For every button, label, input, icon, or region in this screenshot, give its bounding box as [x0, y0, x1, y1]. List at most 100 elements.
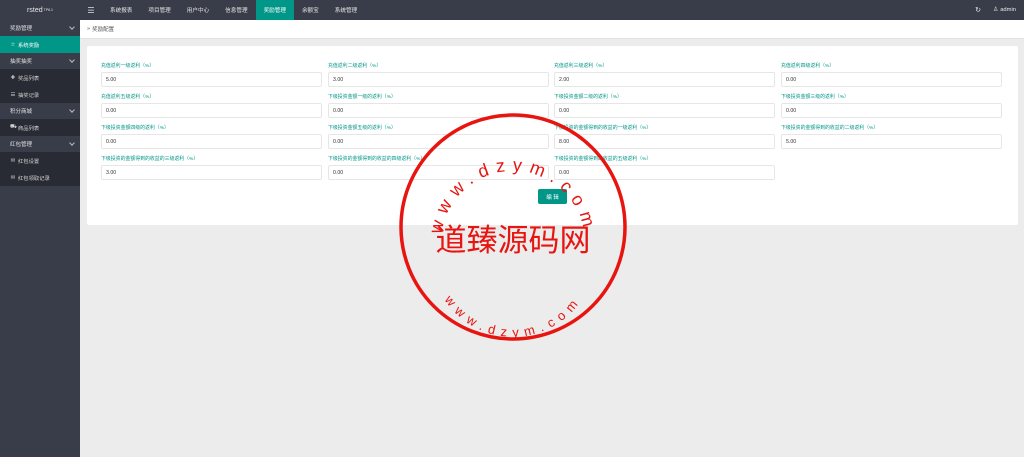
sidebar-group-reward[interactable]: 奖励管理: [0, 20, 80, 36]
nav-system-management[interactable]: 系统管理: [327, 0, 365, 20]
invest-income-rebate-level2-input[interactable]: 5.00: [781, 134, 1002, 149]
form-field: 充值返利四级返利（%） 0.00: [781, 63, 1002, 87]
breadcrumb: » 奖励配置: [80, 20, 1024, 39]
field-label: 充值返利一级返利（%）: [101, 64, 155, 69]
sidebar-item-label: 红包领取记录: [18, 175, 50, 182]
top-nav: 系统报表 项目管理 用户中心 信息管理 奖励管理 余额宝 系统管理: [102, 0, 365, 20]
field-label: 下级投资的金额得到的收益的一级返利（%）: [554, 126, 652, 131]
form-field: 下级投资金额一级的返利（%） 0.00: [328, 94, 549, 118]
sidebar-item-red-packet-settings[interactable]: ✉ 红包设置: [0, 152, 80, 169]
invest-income-rebate-level4-input[interactable]: 0.00: [328, 165, 549, 180]
form-field: 下级投资金额二级的返利（%） 0.00: [554, 94, 775, 118]
form-field: 下级投资的金额得到的收益的一级返利（%） 8.00: [554, 125, 775, 149]
field-label: 下级投资金额一级的返利（%）: [328, 95, 396, 100]
sidebar-group-points-mall[interactable]: 积分商城: [0, 103, 80, 119]
sidebar-item-red-packet-records[interactable]: ✉ 红包领取记录: [0, 169, 80, 186]
field-label: 下级投资的金额得到的收益的四级返利（%）: [328, 157, 426, 162]
field-label: 下级投资金额五级的返利（%）: [328, 126, 396, 131]
sidebar-group-label: 积分商城: [10, 109, 33, 115]
field-label: 充值返利四级返利（%）: [781, 64, 835, 69]
nav-info-management[interactable]: 信息管理: [217, 0, 255, 20]
form-field: 充值返利一级返利（%） 5.00: [101, 63, 322, 87]
breadcrumb-text[interactable]: 奖励配置: [92, 25, 114, 33]
invest-amount-rebate-level5-input[interactable]: 0.00: [328, 134, 549, 149]
form-field: 下级投资金额四级的返利（%） 0.00: [101, 125, 322, 149]
form-field: 充值返利二级返利（%） 3.00: [328, 63, 549, 87]
recharge-rebate-level2-input[interactable]: 3.00: [328, 72, 549, 87]
edit-button[interactable]: 编 辑: [538, 189, 567, 204]
invest-amount-rebate-level4-input[interactable]: 0.00: [101, 134, 322, 149]
sidebar-item-product-list[interactable]: ⛟ 商品列表: [0, 119, 80, 136]
nav-reward-management[interactable]: 奖励管理: [255, 0, 294, 20]
nav-yuebao[interactable]: 余额宝: [294, 0, 327, 20]
sidebar: 奖励管理 ☆ 系统奖励 抽奖抽奖 ✚ 奖品列表 ☰ 抽奖记录 积分商城 ⛟ 商品…: [0, 20, 80, 457]
form-field: 下级投资金额三级的返利（%） 0.00: [781, 94, 1002, 118]
stamp-bottom-text: www.dzym.com: [441, 292, 584, 340]
form-field: 下级投资的金额得到的收益的二级返利（%） 5.00: [781, 125, 1002, 149]
list-icon: ☰: [10, 91, 16, 98]
form-field: 充值返利五级返利（%） 0.00: [101, 94, 322, 118]
nav-system-report[interactable]: 系统报表: [102, 0, 140, 20]
stamp-center-text: 道臻源码网: [436, 223, 591, 259]
mail-icon: ✉: [10, 174, 16, 181]
recharge-rebate-level3-input[interactable]: 2.00: [554, 72, 775, 87]
sidebar-item-label: 系统奖励: [18, 42, 40, 49]
invest-amount-rebate-level2-input[interactable]: 0.00: [554, 103, 775, 118]
chevron-down-icon: [69, 24, 75, 30]
field-label: 充值返利三级返利（%）: [554, 64, 608, 69]
field-label: 充值返利二级返利（%）: [328, 64, 382, 69]
sidebar-item-system-reward[interactable]: ☆ 系统奖励: [0, 36, 80, 53]
app-version: TP6.1: [43, 8, 53, 12]
recharge-rebate-level5-input[interactable]: 0.00: [101, 103, 322, 118]
field-label: 充值返利五级返利（%）: [101, 95, 155, 100]
nav-user-center[interactable]: 用户中心: [179, 0, 217, 20]
form-field: 下级投资的金额得到的收益的三级返利（%） 3.00: [101, 156, 322, 180]
form-field: 下级投资金额五级的返利（%） 0.00: [328, 125, 549, 149]
chevron-down-icon: [69, 57, 75, 63]
invest-income-rebate-level5-input[interactable]: 0.00: [554, 165, 775, 180]
sidebar-group-label: 抽奖抽奖: [10, 59, 33, 65]
app-title: rsted: [27, 6, 43, 14]
sidebar-group-label: 奖励管理: [10, 26, 33, 32]
recharge-rebate-level4-input[interactable]: 0.00: [781, 72, 1002, 87]
sidebar-submenu: ✚ 奖品列表 ☰ 抽奖记录: [0, 69, 80, 103]
sidebar-item-prize-list[interactable]: ✚ 奖品列表: [0, 69, 80, 86]
menu-icon[interactable]: ☰: [80, 0, 102, 20]
cart-icon: ⛟: [10, 124, 18, 130]
field-label: 下级投资金额二级的返利（%）: [554, 95, 622, 100]
user-icon: ♙: [993, 7, 999, 13]
sidebar-item-lottery-records[interactable]: ☰ 抽奖记录: [0, 86, 80, 103]
sidebar-submenu: ⛟ 商品列表: [0, 119, 80, 136]
chevron-down-icon: [69, 107, 75, 113]
user-menu[interactable]: ♙ admin: [989, 7, 1024, 13]
reward-config-form: 充值返利一级返利（%） 5.00 充值返利二级返利（%） 3.00 充值返利三级…: [87, 46, 1018, 225]
field-label: 下级投资的金额得到的收益的五级返利（%）: [554, 157, 652, 162]
form-field: 充值返利三级返利（%） 2.00: [554, 63, 775, 87]
sidebar-item-label: 奖品列表: [18, 75, 40, 82]
invest-income-rebate-level1-input[interactable]: 8.00: [554, 134, 775, 149]
invest-income-rebate-level3-input[interactable]: 3.00: [101, 165, 322, 180]
top-right-tools: ↻ ♙ admin: [967, 0, 1024, 20]
sidebar-submenu: ☆ 系统奖励: [0, 36, 80, 53]
invest-amount-rebate-level1-input[interactable]: 0.00: [328, 103, 549, 118]
invest-amount-rebate-level3-input[interactable]: 0.00: [781, 103, 1002, 118]
sidebar-item-label: 抽奖记录: [18, 92, 40, 99]
sidebar-submenu: ✉ 红包设置 ✉ 红包领取记录: [0, 152, 80, 186]
sidebar-item-label: 商品列表: [18, 125, 40, 132]
form-field: 下级投资的金额得到的收益的四级返利（%） 0.00: [328, 156, 549, 180]
nav-project-management[interactable]: 项目管理: [140, 0, 178, 20]
user-name: admin: [1000, 7, 1016, 13]
field-label: 下级投资的金额得到的收益的三级返利（%）: [101, 157, 199, 162]
app-logo[interactable]: rsted TP6.1: [0, 0, 80, 20]
field-label: 下级投资金额四级的返利（%）: [101, 126, 169, 131]
sidebar-group-red-packet[interactable]: 红包管理: [0, 136, 80, 152]
mail-icon: ✉: [10, 157, 16, 164]
field-label: 下级投资的金额得到的收益的二级返利（%）: [781, 126, 879, 131]
form-field: 下级投资的金额得到的收益的五级返利（%） 0.00: [554, 156, 775, 180]
recharge-rebate-level1-input[interactable]: 5.00: [101, 72, 322, 87]
top-bar: rsted TP6.1 ☰ 系统报表 项目管理 用户中心 信息管理 奖励管理 余额…: [0, 0, 1024, 20]
refresh-icon[interactable]: ↻: [967, 6, 989, 14]
sidebar-group-lottery[interactable]: 抽奖抽奖: [0, 53, 80, 69]
sidebar-group-label: 红包管理: [10, 142, 33, 148]
plus-icon: ✚: [10, 74, 16, 81]
